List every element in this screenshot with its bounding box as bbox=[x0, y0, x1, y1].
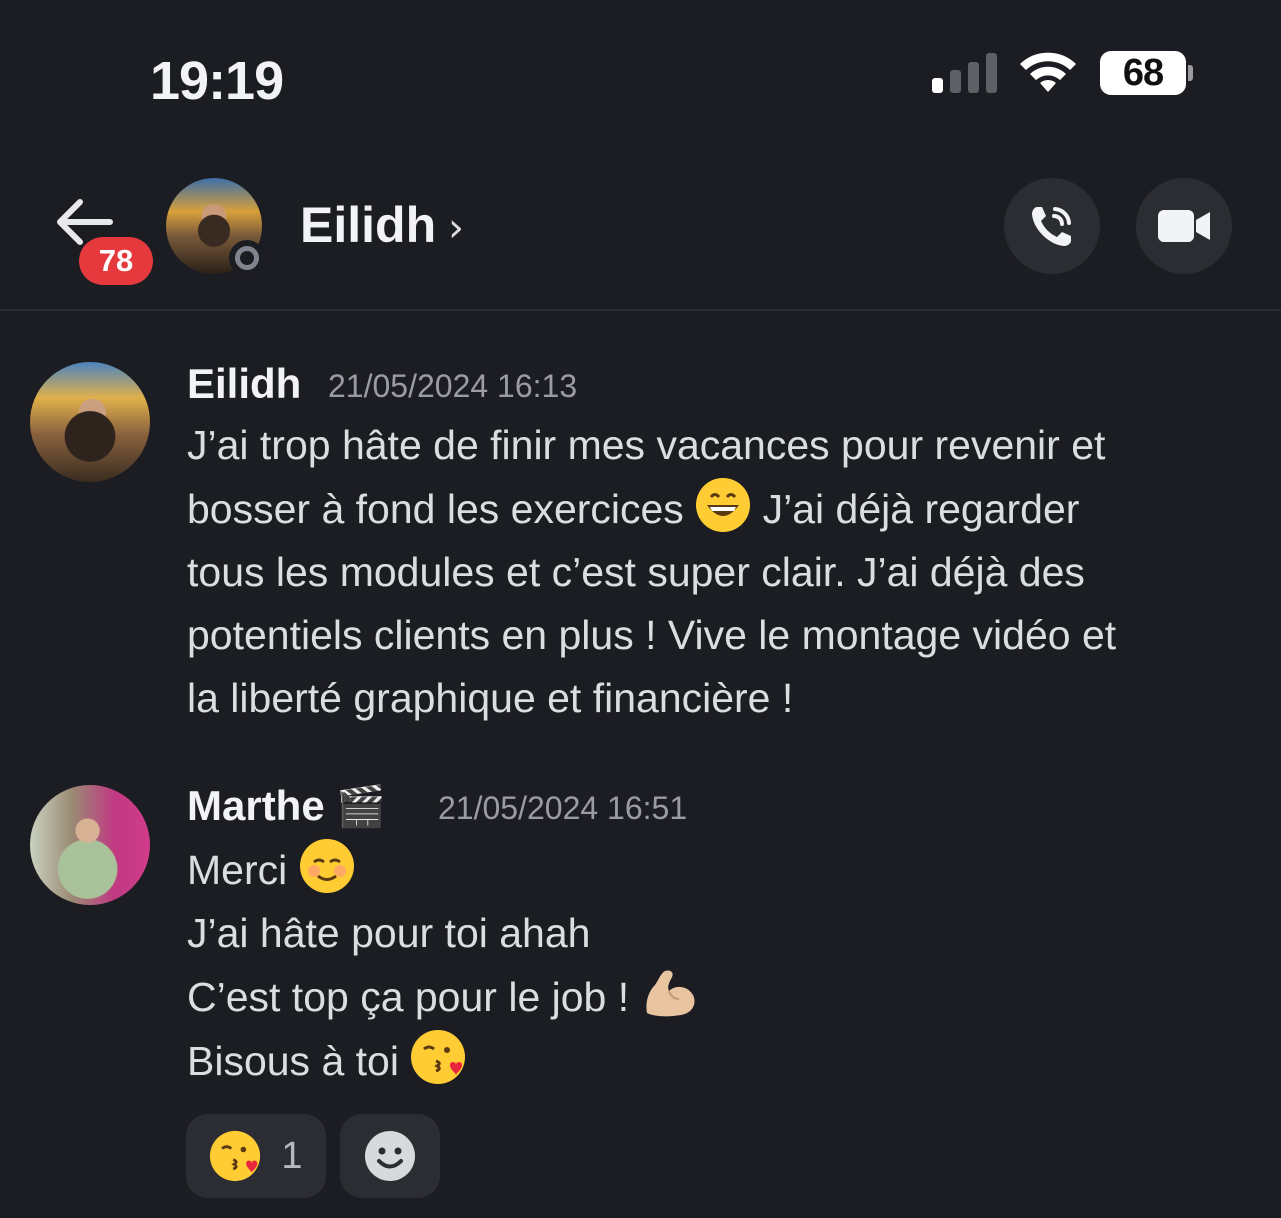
message-body: Merci J’ai hâte pour toi ahah C’est top … bbox=[187, 838, 1247, 1093]
flexed-biceps-icon bbox=[646, 970, 695, 1017]
video-camera-icon bbox=[1158, 210, 1210, 242]
message-line: J’ai trop hâte de finir mes vacances pou… bbox=[187, 422, 1106, 468]
message-author[interactable]: Marthe 🎬 bbox=[187, 782, 386, 830]
smiling-face-icon bbox=[299, 839, 354, 893]
chevron-right-icon[interactable]: › bbox=[448, 205, 464, 251]
reaction-kiss-button[interactable]: 1 bbox=[186, 1114, 326, 1198]
battery-indicator: 68 bbox=[1100, 51, 1186, 95]
contact-name[interactable]: Eilidh bbox=[300, 196, 436, 254]
message-text: Bisous à toi bbox=[187, 1038, 399, 1084]
battery-tip bbox=[1188, 65, 1193, 81]
message-line: bosser à fond les exercices J’ai déjà re… bbox=[187, 477, 1247, 541]
message-line: Merci bbox=[187, 838, 1247, 902]
wifi-icon bbox=[1020, 52, 1076, 92]
cellular-signal-icon bbox=[932, 53, 997, 93]
add-reaction-button[interactable] bbox=[340, 1114, 440, 1198]
author-name: Marthe bbox=[187, 782, 325, 829]
message-line: potentiels clients en plus ! Vive le mon… bbox=[187, 612, 1117, 658]
message-line: J’ai hâte pour toi ahah bbox=[187, 910, 591, 956]
message-timestamp: 21/05/2024 16:51 bbox=[438, 790, 688, 826]
clapperboard-icon: 🎬 bbox=[336, 785, 387, 829]
message-text: Merci bbox=[187, 847, 288, 893]
grinning-face-icon bbox=[696, 478, 751, 532]
reaction-count: 1 bbox=[281, 1134, 303, 1177]
message-line: la liberté graphique et financière ! bbox=[187, 675, 794, 721]
unread-badge: 78 bbox=[79, 237, 153, 285]
message-text: C’est top ça pour le job ! bbox=[187, 974, 630, 1020]
header-divider bbox=[0, 309, 1281, 311]
face-blowing-kiss-icon bbox=[210, 1130, 261, 1182]
message-line: Bisous à toi bbox=[187, 1029, 1247, 1093]
add-reaction-icon bbox=[365, 1131, 415, 1181]
face-blowing-kiss-icon bbox=[411, 1030, 466, 1084]
voice-call-button[interactable] bbox=[1004, 178, 1100, 274]
author-avatar[interactable] bbox=[30, 362, 150, 482]
message-author[interactable]: Eilidh bbox=[187, 360, 301, 408]
message-body: J’ai trop hâte de finir mes vacances pou… bbox=[187, 414, 1247, 730]
author-avatar[interactable] bbox=[30, 785, 150, 905]
message-timestamp: 21/05/2024 16:13 bbox=[328, 368, 578, 404]
chat-screen: 19:19 68 78 Eilidh › Eilidh 21/05/2024 1… bbox=[0, 0, 1281, 1218]
video-call-button[interactable] bbox=[1136, 178, 1232, 274]
status-time: 19:19 bbox=[150, 51, 284, 111]
offline-status-icon bbox=[229, 240, 265, 276]
phone-call-icon bbox=[1032, 207, 1071, 246]
message-text: bosser à fond les exercices bbox=[187, 486, 684, 532]
message-text: J’ai déjà regarder bbox=[762, 486, 1080, 532]
message-line: C’est top ça pour le job ! bbox=[187, 965, 1247, 1029]
message-line: tous les modules et c’est super clair. J… bbox=[187, 549, 1085, 595]
